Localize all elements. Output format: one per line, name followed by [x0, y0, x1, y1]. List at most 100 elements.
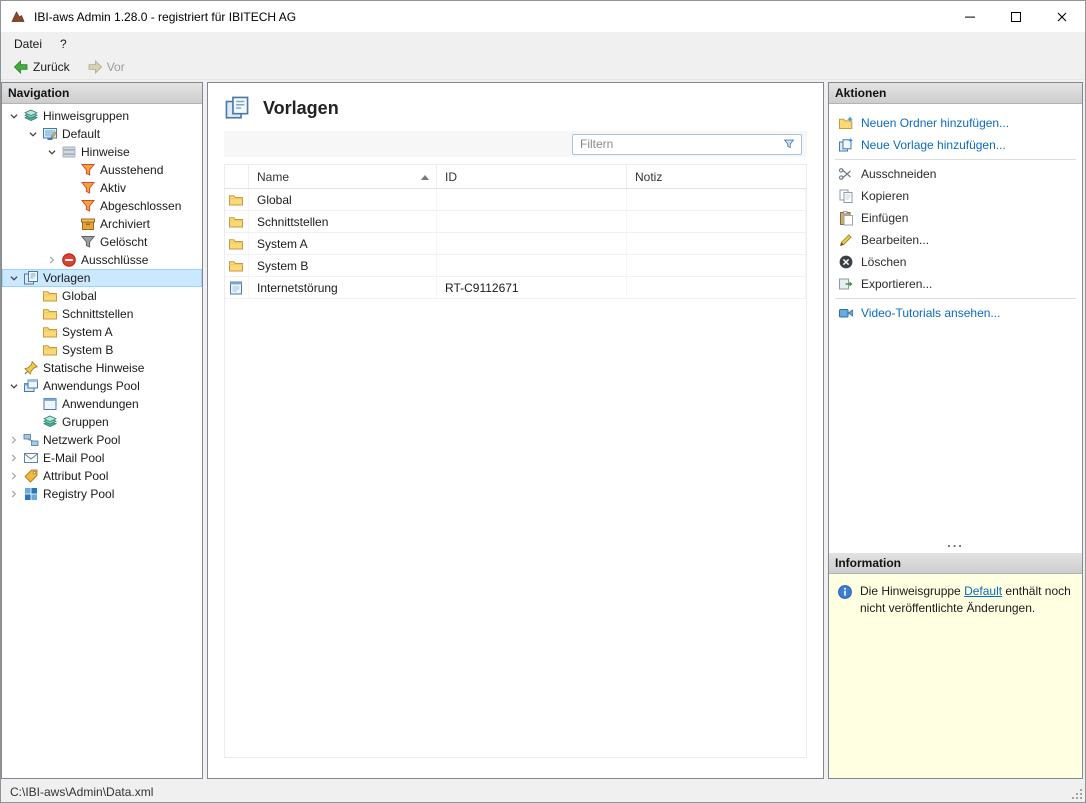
splitter-grip[interactable]: ...: [829, 542, 1082, 553]
chevron-spacer: [25, 288, 41, 304]
table-row-internetstörung[interactable]: InternetstörungRT-C9112671: [225, 277, 806, 299]
tree-item-archiviert[interactable]: Archiviert: [2, 215, 202, 233]
action-löschen[interactable]: Löschen: [829, 251, 1082, 273]
column-header-notiz-label: Notiz: [635, 170, 662, 184]
app-window: IBI-aws Admin 1.28.0 - registriert für I…: [0, 0, 1086, 803]
tree-item-abgeschlossen[interactable]: Abgeschlossen: [2, 197, 202, 215]
tree-item-attribut-pool[interactable]: Attribut Pool: [2, 467, 202, 485]
cell-name: Schnittstellen: [249, 211, 437, 232]
folder-icon: [228, 214, 244, 230]
maximize-button[interactable]: [993, 1, 1039, 32]
chevron-spacer: [6, 360, 22, 376]
tree-item-system-b[interactable]: System B: [2, 341, 202, 359]
action-video-tutorials-ansehen[interactable]: Video-Tutorials ansehen...: [829, 302, 1082, 324]
chevron-right-icon[interactable]: [6, 486, 22, 502]
app-pool-icon: [23, 378, 39, 394]
information-header: Information: [829, 553, 1082, 574]
tree-item-anwendungen[interactable]: Anwendungen: [2, 395, 202, 413]
tree-item-hinweisgruppen[interactable]: Hinweisgruppen: [2, 107, 202, 125]
action-label: Einfügen: [861, 211, 908, 225]
table-row-global[interactable]: Global: [225, 189, 806, 211]
minimize-button[interactable]: [947, 1, 993, 32]
chevron-down-icon[interactable]: [6, 108, 22, 124]
tree-item-gelöscht[interactable]: Gelöscht: [2, 233, 202, 251]
action-label: Exportieren...: [861, 277, 932, 291]
tree-item-global[interactable]: Global: [2, 287, 202, 305]
tree-item-system-a[interactable]: System A: [2, 323, 202, 341]
tree-item-anwendungs-pool[interactable]: Anwendungs Pool: [2, 377, 202, 395]
funnel-icon: [80, 180, 96, 196]
tree-item-ausschlüsse[interactable]: Ausschlüsse: [2, 251, 202, 269]
forward-button[interactable]: Vor: [80, 57, 132, 77]
table-row-schnittstellen[interactable]: Schnittstellen: [225, 211, 806, 233]
tree-item-netzwerk-pool[interactable]: Netzwerk Pool: [2, 431, 202, 449]
tree-item-e-mail-pool[interactable]: E-Mail Pool: [2, 449, 202, 467]
tree-item-label: Hinweisgruppen: [43, 109, 129, 123]
cell-notiz: [627, 255, 806, 276]
tree-item-schnittstellen[interactable]: Schnittstellen: [2, 305, 202, 323]
chevron-down-icon[interactable]: [6, 378, 22, 394]
table-row-system-b[interactable]: System B: [225, 255, 806, 277]
window-title: IBI-aws Admin 1.28.0 - registriert für I…: [34, 10, 296, 24]
tree-item-gruppen[interactable]: Gruppen: [2, 413, 202, 431]
resize-grip-icon[interactable]: [1071, 788, 1083, 800]
action-neuen-ordner-hinzufügen[interactable]: Neuen Ordner hinzufügen...: [829, 112, 1082, 134]
close-button[interactable]: [1039, 1, 1085, 32]
tree-item-aktiv[interactable]: Aktiv: [2, 179, 202, 197]
chevron-right-icon[interactable]: [6, 468, 22, 484]
filter-funnel-icon[interactable]: [782, 137, 796, 151]
action-kopieren[interactable]: Kopieren: [829, 185, 1082, 207]
chevron-right-icon[interactable]: [6, 450, 22, 466]
column-header-icon-gutter[interactable]: [225, 165, 249, 188]
tree-item-registry-pool[interactable]: Registry Pool: [2, 485, 202, 503]
action-label: Bearbeiten...: [861, 233, 929, 247]
chevron-right-icon[interactable]: [6, 432, 22, 448]
chevron-right-icon[interactable]: [44, 252, 60, 268]
action-label: Ausschneiden: [861, 167, 936, 181]
column-header-name[interactable]: Name: [249, 165, 437, 188]
table-header: Name ID Notiz: [225, 165, 806, 189]
action-ausschneiden[interactable]: Ausschneiden: [829, 163, 1082, 185]
chevron-down-icon[interactable]: [25, 126, 41, 142]
tree-item-ausstehend[interactable]: Ausstehend: [2, 161, 202, 179]
tree-item-label: Global: [62, 289, 97, 303]
action-bearbeiten[interactable]: Bearbeiten...: [829, 229, 1082, 251]
templates-icon: [23, 270, 39, 286]
email-icon: [23, 450, 39, 466]
close-icon: [1054, 9, 1070, 25]
chevron-down-icon[interactable]: [44, 144, 60, 160]
action-label: Kopieren: [861, 189, 909, 203]
tree-item-vorlagen[interactable]: Vorlagen: [2, 269, 202, 287]
action-einfügen[interactable]: Einfügen: [829, 207, 1082, 229]
chevron-spacer: [63, 162, 79, 178]
chevron-spacer: [25, 342, 41, 358]
actions-separator: [835, 159, 1076, 160]
back-button[interactable]: Zurück: [6, 57, 77, 77]
menu-datei[interactable]: Datei: [5, 34, 51, 54]
tree-item-statische-hinweise[interactable]: Statische Hinweise: [2, 359, 202, 377]
filter-input[interactable]: [580, 137, 782, 151]
cell-name: System A: [249, 233, 437, 254]
default-group-link[interactable]: Default: [964, 584, 1002, 598]
information-text: Die Hinweisgruppe Default enthält noch n…: [860, 583, 1074, 617]
paste-icon: [838, 210, 854, 226]
tree-item-label: Anwendungs Pool: [43, 379, 140, 393]
tree-item-label: Aktiv: [100, 181, 126, 195]
tree-item-label: Abgeschlossen: [100, 199, 181, 213]
column-header-id[interactable]: ID: [437, 165, 627, 188]
toolbar: Zurück Vor: [1, 55, 1085, 80]
action-neue-vorlage-hinzufügen[interactable]: Neue Vorlage hinzufügen...: [829, 134, 1082, 156]
menu-help[interactable]: ?: [51, 34, 76, 54]
navigation-tree: Hinweisgruppen DefaultHinweiseAusstehend A…: [2, 104, 202, 778]
tree-item-hinweise[interactable]: Hinweise: [2, 143, 202, 161]
tree-item-label: Registry Pool: [43, 487, 114, 501]
action-exportieren[interactable]: Exportieren...: [829, 273, 1082, 295]
column-header-notiz[interactable]: Notiz: [627, 165, 806, 188]
chevron-spacer: [25, 414, 41, 430]
tree-item-default[interactable]: Default: [2, 125, 202, 143]
table-row-system-a[interactable]: System A: [225, 233, 806, 255]
chevron-down-icon[interactable]: [6, 270, 22, 286]
tree-item-label: Ausschlüsse: [81, 253, 148, 267]
templates-icon: [224, 95, 250, 121]
action-label: Neue Vorlage hinzufügen...: [861, 138, 1006, 152]
